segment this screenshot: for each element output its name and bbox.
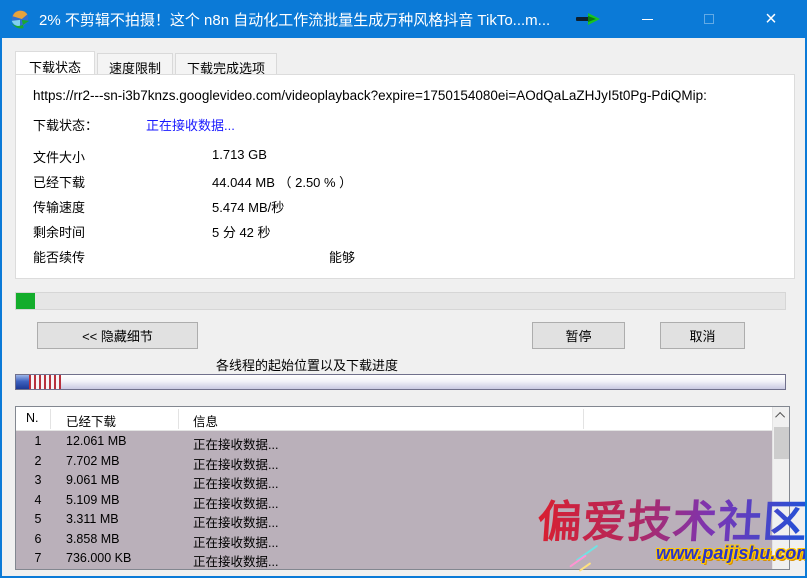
stat-label: 剩余时间 [33,222,85,241]
download-dialog: 2% 不剪辑不拍摄！这个 n8n 自动化工作流批量生成万种风格抖音 TikTo.… [0,0,807,578]
table-scrollbar[interactable] [772,407,789,569]
thread-downloaded: 3.311 MB [66,512,119,526]
thread-number: 3 [26,473,50,487]
header-info: 信息 [193,411,218,430]
thread-downloaded: 7.702 MB [66,454,120,468]
table-row[interactable]: 5 3.311 MB 正在接收数据... [16,509,772,529]
stat-label: 传输速度 [33,197,85,216]
table-row[interactable]: 6 3.858 MB 正在接收数据... [16,529,772,549]
column-divider[interactable] [50,409,51,429]
idm-logo-icon [9,8,31,30]
stat-value: 能够 [329,247,355,266]
thread-completed-segment [16,375,29,389]
download-status-panel: https://rr2---sn-i3b7knzs.googlevideo.co… [15,74,795,279]
column-divider[interactable] [178,409,179,429]
thread-number: 7 [26,551,50,565]
table-row[interactable]: 1 12.061 MB 正在接收数据... [16,431,772,451]
threads-caption: 各线程的起始位置以及下载进度 [2,355,612,374]
download-url: https://rr2---sn-i3b7knzs.googlevideo.co… [33,88,789,103]
close-button[interactable]: × [748,0,794,38]
scrollbar-thumb[interactable] [774,427,789,459]
scroll-up-button[interactable] [773,407,790,424]
thread-number: 5 [26,512,50,526]
minimize-icon [642,19,653,20]
header-n: N. [26,411,39,425]
table-row[interactable]: 4 5.109 MB 正在接收数据... [16,490,772,510]
chevron-up-icon [775,412,785,422]
stat-resume-capability: 能否续传 能够 [33,243,773,268]
stat-time-left: 剩余时间 5 分 42 秒 [33,218,773,243]
stat-file-size: 文件大小 1.713 GB [33,143,773,168]
stat-label: 已经下载 [33,172,85,191]
table-row[interactable]: 3 9.061 MB 正在接收数据... [16,470,772,490]
threads-table: N. 已经下载 信息 1 12.061 MB 正在接收数据... 2 7.702… [15,406,790,570]
pause-button[interactable]: 暂停 [532,322,625,349]
stats-block: 文件大小 1.713 GB 已经下载 44.044 MB （ 2.50 % ） … [33,143,773,268]
thread-downloaded: 12.061 MB [66,434,126,448]
download-arrow-icon [575,12,601,26]
status-label: 下载状态： [33,118,98,133]
thread-number: 4 [26,493,50,507]
table-row[interactable]: 2 7.702 MB 正在接收数据... [16,451,772,471]
stat-value: 1.713 GB [212,147,267,162]
thread-number: 1 [26,434,50,448]
minimize-button[interactable] [624,0,670,38]
hide-details-button[interactable]: << 隐藏细节 [37,322,198,349]
stat-value: 44.044 MB （ 2.50 % ） [212,172,352,191]
stat-downloaded: 已经下载 44.044 MB （ 2.50 % ） [33,168,773,193]
stat-value: 5 分 42 秒 [212,222,271,241]
window-title: 2% 不剪辑不拍摄！这个 n8n 自动化工作流批量生成万种风格抖音 TikTo.… [39,9,559,30]
thread-number: 6 [26,532,50,546]
close-icon: × [765,8,777,31]
title-bar: 2% 不剪辑不拍摄！这个 n8n 自动化工作流批量生成万种风格抖音 TikTo.… [0,0,807,38]
thread-downloaded: 3.858 MB [66,532,120,546]
thread-number: 2 [26,454,50,468]
table-row[interactable]: 7 736.000 KB 正在接收数据... [16,548,772,568]
stat-value: 5.474 MB/秒 [212,197,284,216]
stat-label: 文件大小 [33,147,85,166]
overall-progress-bar [15,292,786,310]
progress-fill [16,293,35,309]
thread-stripes-segment [29,375,61,389]
status-row: 下载状态： 正在接收数据... [33,115,98,134]
maximize-icon [704,14,714,24]
column-divider[interactable] [583,409,584,429]
cancel-button[interactable]: 取消 [660,322,745,349]
maximize-button[interactable] [686,0,732,38]
stat-transfer-rate: 传输速度 5.474 MB/秒 [33,193,773,218]
table-header: N. 已经下载 信息 [16,407,789,431]
thread-downloaded: 9.061 MB [66,473,120,487]
table-rows: 1 12.061 MB 正在接收数据... 2 7.702 MB 正在接收数据.… [16,431,772,569]
thread-downloaded: 736.000 KB [66,551,131,565]
thread-downloaded: 5.109 MB [66,493,120,507]
header-downloaded: 已经下载 [66,411,116,430]
thread-info: 正在接收数据... [193,551,278,570]
stat-label: 能否续传 [33,247,85,266]
status-value: 正在接收数据... [146,115,235,134]
thread-progress-bar [15,374,786,390]
